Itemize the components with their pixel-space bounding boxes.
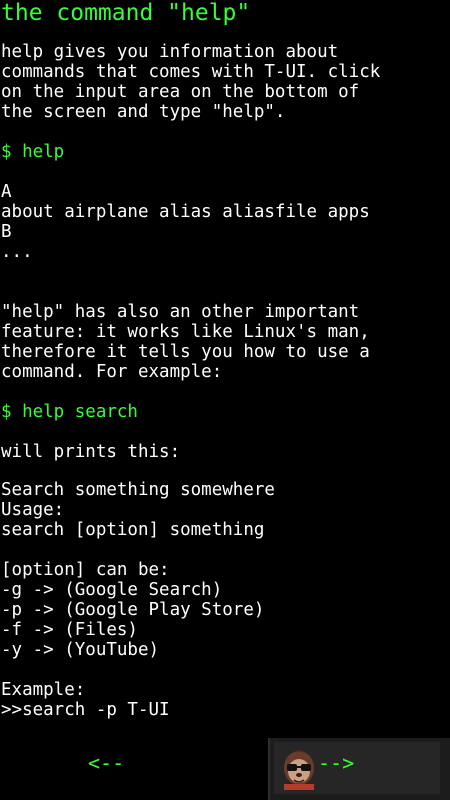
- option-line: -f -> (Files): [1, 620, 138, 640]
- usage-block: Search something somewhere Usage: search…: [1, 480, 450, 540]
- usage-line: Usage:: [1, 500, 65, 520]
- feature-paragraph: "help" has also an other important featu…: [1, 302, 450, 382]
- intro-line: on the input area on the bottom of: [1, 82, 360, 102]
- output-line: about airplane alias aliasfile apps: [1, 202, 370, 222]
- feature-line: command. For example:: [1, 362, 223, 382]
- tutorial-screen: the command "help" help gives you inform…: [0, 0, 450, 800]
- output-line: B: [1, 222, 12, 242]
- feature-line: therefore it tells you how to use a: [1, 342, 370, 362]
- command-help: $ help: [1, 142, 65, 162]
- usage-line: search [option] something: [1, 520, 265, 540]
- sloth-with-sunglasses-icon: [284, 749, 314, 790]
- next-button[interactable]: -->: [318, 750, 354, 776]
- feature-line: "help" has also an other important: [1, 302, 360, 322]
- command-help-search: $ help search: [1, 402, 138, 422]
- options-block: [option] can be: -g -> (Google Search) -…: [1, 560, 450, 660]
- option-line: [option] can be:: [1, 560, 170, 580]
- option-line: -y -> (YouTube): [1, 640, 160, 660]
- intro-line: help gives you information about: [1, 42, 339, 62]
- example-block: Example: >>search -p T-UI: [1, 680, 450, 720]
- page-title: the command "help": [1, 0, 251, 26]
- option-line: -p -> (Google Play Store): [1, 600, 265, 620]
- help-output: A about airplane alias aliasfile apps B …: [1, 182, 450, 262]
- intro-line: commands that comes with T-UI. click: [1, 62, 381, 82]
- option-line: -g -> (Google Search): [1, 580, 223, 600]
- output-line: A: [1, 182, 12, 202]
- feature-line: feature: it works like Linux's man,: [1, 322, 370, 342]
- example-line: >>search -p T-UI: [1, 700, 170, 720]
- usage-line: Search something somewhere: [1, 480, 275, 500]
- floating-bubble[interactable]: -->: [268, 738, 450, 800]
- previous-button[interactable]: <--: [88, 750, 124, 776]
- floating-bubble-inner: -->: [274, 742, 440, 794]
- output-line: ...: [1, 242, 33, 262]
- intro-paragraph: help gives you information about command…: [1, 42, 450, 122]
- intro-line: the screen and type "help".: [1, 102, 286, 122]
- will-prints-text: will prints this:: [1, 442, 181, 462]
- example-line: Example:: [1, 680, 86, 700]
